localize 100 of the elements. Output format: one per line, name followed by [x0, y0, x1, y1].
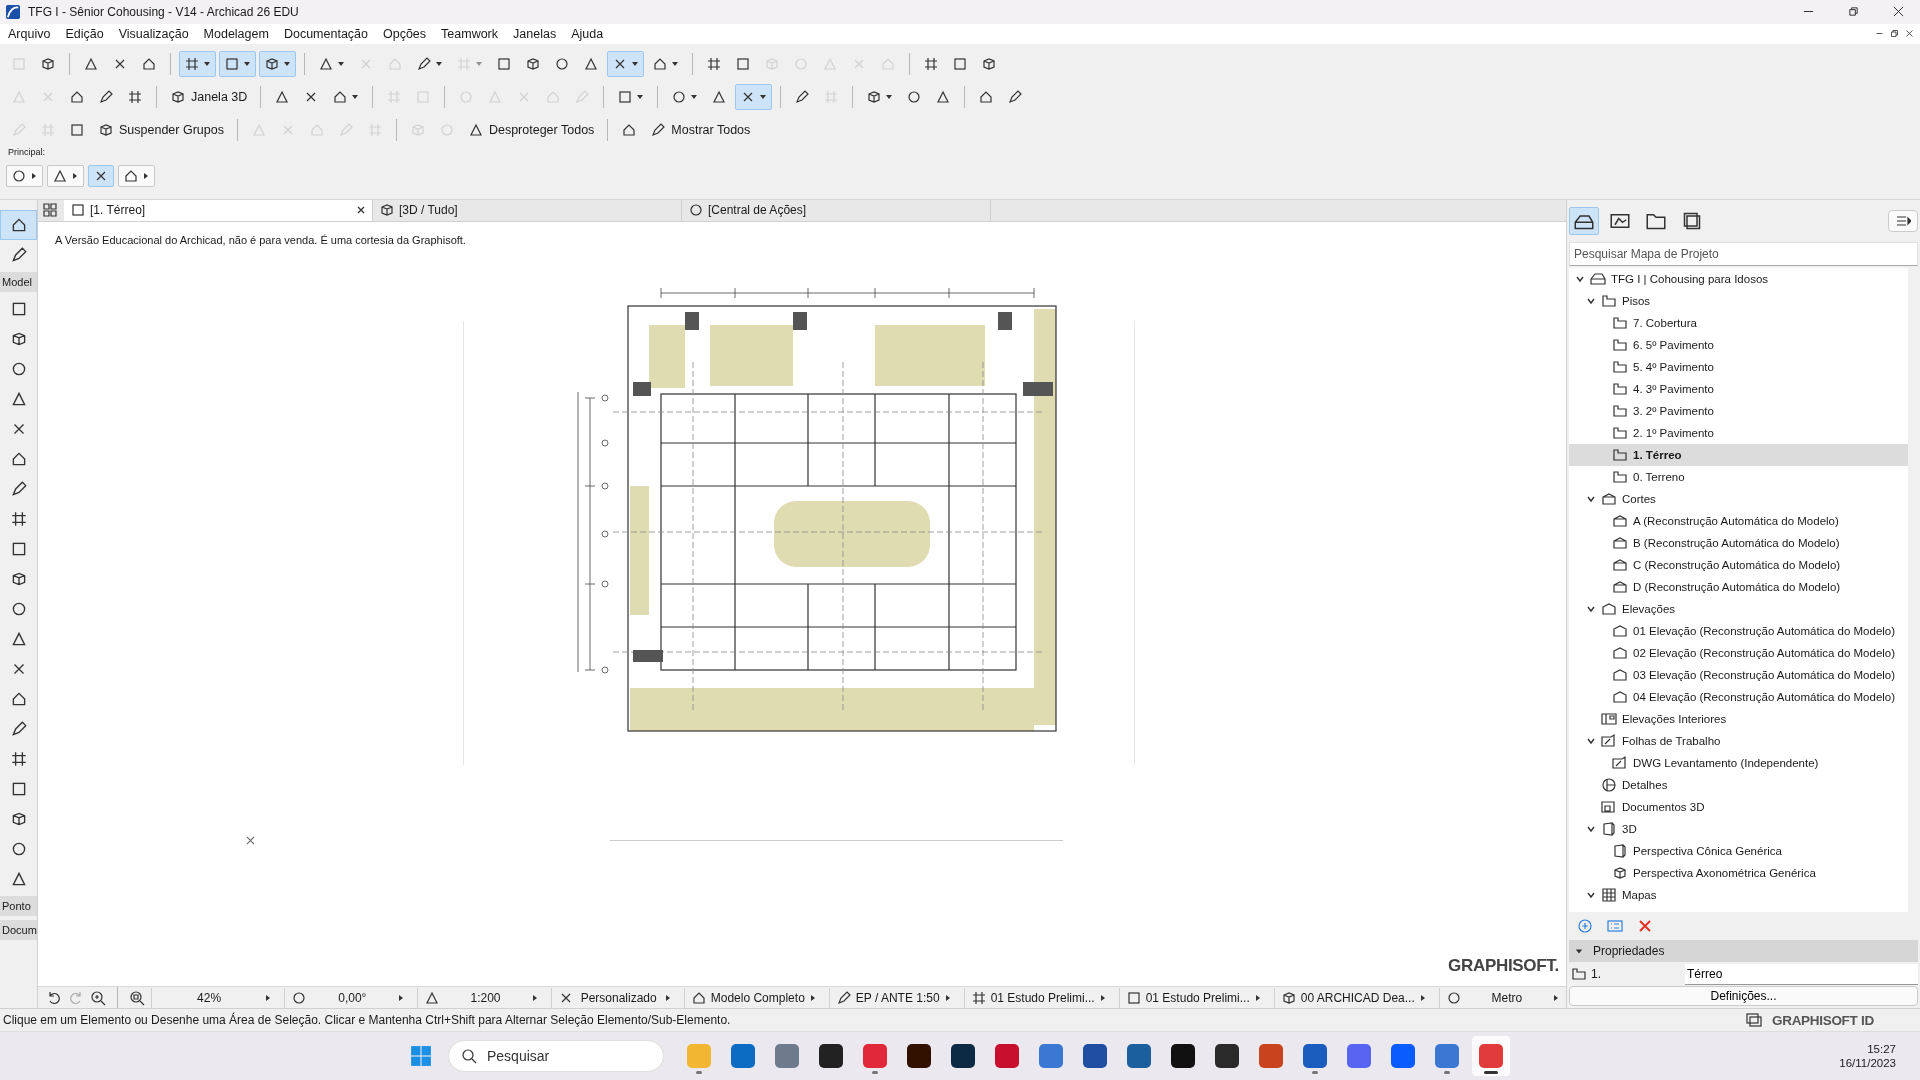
settings-button[interactable]: Definições...	[1569, 986, 1918, 1007]
menu-button[interactable]	[1888, 209, 1918, 232]
tree-item[interactable]: Folhas de Trabalho	[1569, 729, 1908, 752]
toolbar-button[interactable]	[735, 84, 773, 111]
tree-item[interactable]: Elevações	[1569, 597, 1908, 620]
status-dropdown[interactable]: 00 ARCHICAD Dea...	[1273, 987, 1433, 1008]
taskbar-app[interactable]	[1472, 1036, 1510, 1077]
toolbar-button[interactable]	[607, 51, 644, 78]
start-icon[interactable]	[410, 1045, 432, 1068]
toolbar-button[interactable]: Desproteger Todos	[462, 117, 600, 144]
toolbar-button[interactable]	[179, 51, 216, 78]
status-message: Clique em um Elemento ou Desenhe uma Área de Seleção. Clicar e Mantenha Ctrl+Shift para Alternar Seleção Elemento/Sub-Elemento.	[3, 1013, 731, 1028]
tree-item[interactable]: 3D	[1569, 817, 1908, 840]
tree-item[interactable]: 7. Cobertura	[1569, 311, 1908, 334]
tree-item[interactable]: D (Reconstrução Automática do Modelo)	[1569, 575, 1908, 598]
tree-item[interactable]: 01 Elevação (Reconstrução Automática do Modelo)	[1569, 619, 1908, 642]
tree-item[interactable]: Pisos	[1569, 289, 1908, 312]
menu-item[interactable]: Visualização	[118, 26, 189, 41]
search-field[interactable]: Pesquisar	[448, 1040, 664, 1073]
close-icon[interactable]	[1893, 6, 1904, 18]
status-dropdown[interactable]: 0,00°	[284, 987, 412, 1008]
status-dropdown[interactable]: 1:200	[417, 987, 545, 1008]
pencil-sheet-icon	[1612, 754, 1628, 771]
tree-item[interactable]: Cortes	[1569, 487, 1908, 510]
toolbox-header[interactable]: Docum	[0, 919, 37, 940]
tree-item[interactable]: 4. 3º Pavimento	[1569, 377, 1908, 400]
caret-icon	[142, 171, 150, 180]
tree-item[interactable]: A (Reconstrução Automática do Modelo)	[1569, 509, 1908, 532]
tree-item[interactable]: 02 Elevação (Reconstrução Automática do Modelo)	[1569, 641, 1908, 664]
tree-item[interactable]: 6. 5º Pavimento	[1569, 333, 1908, 356]
tree-item[interactable]: Documentos 3D	[1569, 795, 1908, 818]
section-header[interactable]: Propriedades	[1569, 940, 1918, 963]
search-field[interactable]: Pesquisar Mapa de Projeto	[1569, 241, 1918, 266]
toolbar-button[interactable]	[6, 164, 43, 187]
tree-item[interactable]: Detalhes	[1569, 773, 1908, 796]
status-dropdown[interactable]: 42%	[151, 987, 279, 1008]
status-dropdown[interactable]: Metro	[1438, 987, 1566, 1008]
undo-icon[interactable]	[46, 989, 62, 1006]
box-icon	[1601, 820, 1617, 837]
panel-tab[interactable]	[1569, 206, 1599, 235]
tree-item[interactable]: 5. 4º Pavimento	[1569, 355, 1908, 378]
menu-item[interactable]: Ajuda	[571, 26, 604, 41]
tree-item[interactable]: 2. 1º Pavimento	[1569, 421, 1908, 444]
tree-item[interactable]: 3. 2º Pavimento	[1569, 399, 1908, 422]
tree-item[interactable]: 03 Elevação (Reconstrução Automática do Modelo)	[1569, 663, 1908, 686]
windows-icon[interactable]	[1746, 1012, 1762, 1029]
menu-item[interactable]: Teamwork	[441, 26, 499, 41]
status-dropdown[interactable]: 01 Estudo Prelimi...	[1118, 987, 1268, 1008]
tree-item[interactable]: Perspectiva Cônica Genérica	[1569, 839, 1908, 862]
tree-item[interactable]: DWG Levantamento (Independente)	[1569, 751, 1908, 774]
restore-icon[interactable]	[1890, 29, 1899, 39]
tree-item[interactable]: Perspectiva Axonométrica Genérica	[1569, 861, 1908, 884]
menu-item[interactable]: Janelas	[513, 26, 557, 41]
toolbox-header[interactable]: Ponto	[0, 895, 37, 916]
toolbar-button[interactable]	[118, 164, 155, 187]
close-icon[interactable]	[1905, 29, 1914, 39]
floor-icon	[1612, 446, 1628, 463]
toolbar-button[interactable]: Suspender Grupos	[93, 117, 229, 144]
circle-icon	[11, 167, 27, 184]
view-tab[interactable]: [1. Térreo]	[64, 199, 373, 221]
view-tab[interactable]: [Central de Ações]	[682, 199, 991, 221]
tree-item[interactable]: C (Reconstrução Automática do Modelo)	[1569, 553, 1908, 576]
menu-item[interactable]: Edição	[65, 26, 104, 41]
menu-item[interactable]: Documentação	[283, 26, 368, 41]
toolbar-label: Principal:	[7, 146, 46, 159]
toolbox-header[interactable]: Model	[0, 271, 37, 292]
name-field[interactable]: Térreo	[1685, 963, 1918, 985]
tree-item[interactable]: B (Reconstrução Automática do Modelo)	[1569, 531, 1908, 554]
toolbar-button[interactable]	[47, 164, 84, 187]
status-dropdown[interactable]: Personalizado	[550, 987, 678, 1008]
circle-icon	[291, 989, 308, 1006]
caret-icon	[1098, 993, 1107, 1002]
account-label[interactable]: GRAPHISOFT ID	[1772, 1012, 1874, 1028]
restore-icon[interactable]	[1848, 6, 1859, 18]
clock-time: 15:27	[1867, 1043, 1896, 1056]
status-dropdown[interactable]: EP / ANTE 1:50	[828, 987, 958, 1008]
tree-item[interactable]: Mapas	[1569, 883, 1908, 906]
toolbar-button[interactable]: Janela 3D	[165, 84, 253, 111]
add-icon[interactable]	[1577, 918, 1593, 935]
close-icon[interactable]	[356, 205, 366, 216]
view-tab[interactable]: [3D / Tudo]	[373, 199, 682, 221]
tree-item[interactable]: 04 Elevação (Reconstrução Automática do Modelo)	[1569, 685, 1908, 708]
toolbar-button[interactable]: Mostrar Todos	[645, 117, 756, 144]
tree-item[interactable]: Elevações Interiores	[1569, 707, 1908, 730]
status-dropdown[interactable]: Modelo Completo	[683, 987, 823, 1008]
circle-icon	[688, 202, 704, 219]
menu-item[interactable]: Modelagem	[203, 26, 269, 41]
toolbar-button[interactable]	[259, 51, 296, 78]
toolbar-button[interactable]	[88, 164, 114, 187]
zoom-fit-icon[interactable]	[129, 989, 145, 1006]
menu-item[interactable]: Arquivo	[8, 26, 51, 41]
tree-item[interactable]: TFG I | Cohousing para Idosos	[1569, 267, 1908, 290]
tree-item[interactable]: 1. Térreo	[1569, 443, 1908, 466]
grid-icon[interactable]	[42, 202, 58, 219]
zoom-in-icon[interactable]	[90, 989, 106, 1006]
caret-icon	[1551, 993, 1560, 1002]
tree-item[interactable]: 0. Terreno	[1569, 465, 1908, 488]
status-dropdown[interactable]: 01 Estudo Prelimi...	[963, 987, 1113, 1008]
menu-item[interactable]: Opções	[383, 26, 427, 41]
tool-button[interactable]	[0, 209, 37, 240]
